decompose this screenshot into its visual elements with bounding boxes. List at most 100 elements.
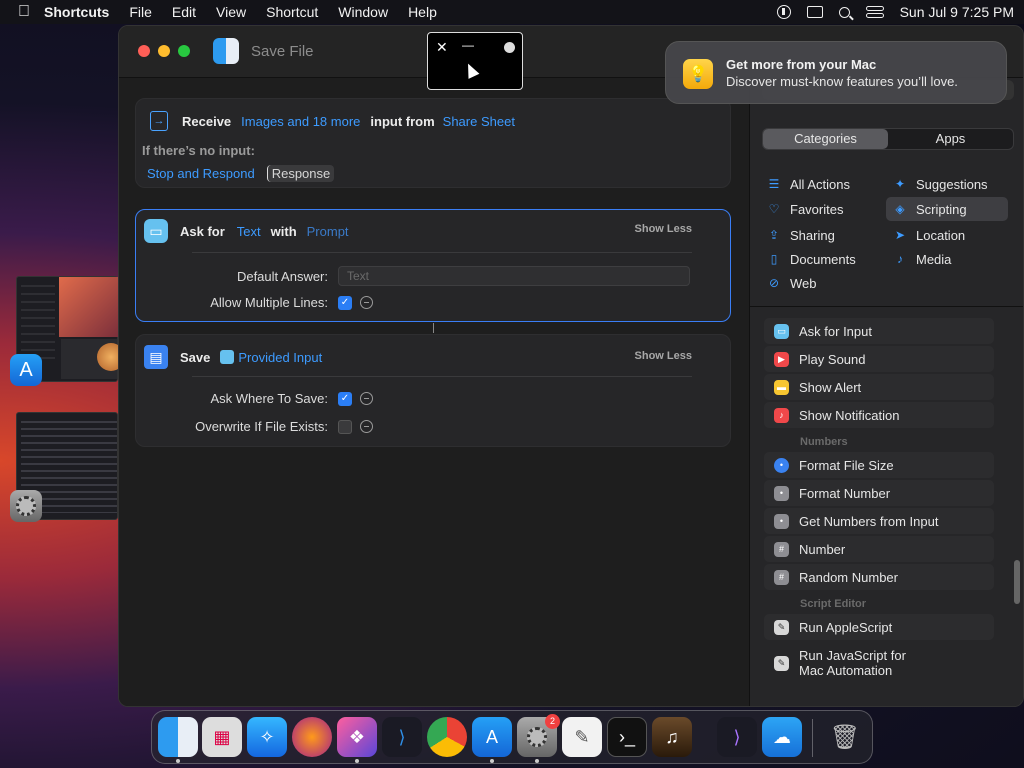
remove-parameter-icon[interactable] bbox=[360, 420, 373, 433]
action-random-number[interactable]: # Random Number bbox=[764, 564, 994, 590]
action-play-sound[interactable]: ▶ Play Sound bbox=[764, 346, 994, 372]
file-size-icon: • bbox=[774, 457, 789, 473]
category-documents[interactable]: ▯ Documents bbox=[760, 247, 882, 271]
script-editor-icon: ✎ bbox=[774, 655, 789, 671]
app-store-dock-icon[interactable]: A bbox=[472, 717, 512, 757]
receive-action-card[interactable]: → Receive Images and 18 more input from … bbox=[135, 98, 731, 188]
save-file-icon: ▤ bbox=[144, 345, 168, 369]
dock-separator bbox=[812, 719, 813, 757]
window-title[interactable]: Save File bbox=[251, 43, 314, 60]
minimize-icon[interactable]: — bbox=[462, 38, 474, 52]
garageband-dock-icon[interactable]: ♫ bbox=[652, 717, 692, 757]
share-icon: ⇪ bbox=[768, 228, 780, 242]
menu-file[interactable]: File bbox=[129, 4, 152, 20]
stop-respond-token[interactable]: Stop and Respond bbox=[147, 166, 255, 181]
input-types-token[interactable]: Images and 18 more bbox=[241, 114, 360, 129]
system-settings-dock-icon[interactable]: 2 bbox=[517, 714, 560, 757]
category-media[interactable]: ♪ Media bbox=[886, 247, 1008, 271]
input-type-token[interactable]: Text bbox=[237, 224, 261, 239]
weather-dock-icon[interactable]: ☁ bbox=[762, 717, 802, 757]
tab-apps[interactable]: Apps bbox=[888, 129, 1013, 149]
play-sound-icon: ▶ bbox=[774, 351, 789, 367]
trash-dock-icon[interactable]: 🗑 bbox=[825, 717, 865, 757]
clock[interactable]: Sun Jul 9 7:25 PM bbox=[900, 4, 1014, 20]
more-icon[interactable] bbox=[504, 42, 515, 53]
menu-window[interactable]: Window bbox=[338, 4, 388, 20]
notification-badge: 2 bbox=[545, 714, 560, 729]
action-show-alert[interactable]: ▬ Show Alert bbox=[764, 374, 994, 400]
receive-input-icon: → bbox=[150, 111, 168, 131]
shortcuts-window: Save File → Receive Images and 18 more i… bbox=[118, 25, 1024, 707]
scripting-icon: ◈ bbox=[895, 202, 905, 216]
show-less-button[interactable]: Show Less bbox=[635, 350, 692, 362]
category-favorites[interactable]: ♡ Favorites bbox=[760, 197, 882, 221]
ask-where-to-save-checkbox[interactable]: ✓ bbox=[338, 391, 352, 406]
library-tabs: Categories Apps bbox=[762, 128, 1014, 150]
category-suggestions[interactable]: ✦ Suggestions bbox=[886, 172, 1008, 196]
menu-shortcut[interactable]: Shortcut bbox=[266, 4, 318, 20]
action-run-applescript[interactable]: ✎ Run AppleScript bbox=[764, 614, 994, 640]
action-run-javascript[interactable]: ✎ Run JavaScript for Mac Automation bbox=[764, 644, 994, 682]
allow-multiple-lines-checkbox[interactable]: ✓ bbox=[338, 295, 352, 310]
remove-parameter-icon[interactable] bbox=[360, 392, 373, 405]
shortcuts-dock-icon[interactable]: ❖ bbox=[337, 717, 377, 757]
apple-menu-icon[interactable]:  bbox=[18, 3, 30, 21]
prompt-token[interactable]: Prompt bbox=[307, 224, 349, 239]
category-scripting[interactable]: ◈ Scripting bbox=[886, 197, 1008, 221]
provided-input-token[interactable]: Provided Input bbox=[220, 350, 322, 365]
default-answer-field[interactable]: Text bbox=[338, 266, 690, 286]
divider bbox=[192, 376, 692, 377]
safari-dock-icon[interactable]: ✧ bbox=[247, 717, 287, 757]
close-window-button[interactable] bbox=[138, 45, 150, 57]
action-format-number[interactable]: • Format Number bbox=[764, 480, 994, 506]
category-all-actions[interactable]: ☰ All Actions bbox=[760, 172, 882, 196]
visual-studio-dock-icon[interactable]: ⟩ bbox=[717, 717, 757, 757]
save-action-card[interactable]: ▤ Save Provided Input Show Less Ask Wher… bbox=[135, 334, 731, 447]
action-show-notification[interactable]: ♪ Show Notification bbox=[764, 402, 994, 428]
menu-app-name[interactable]: Shortcuts bbox=[44, 4, 109, 20]
category-location[interactable]: ➤ Location bbox=[886, 223, 1008, 247]
action-number[interactable]: # Number bbox=[764, 536, 994, 562]
show-less-button[interactable]: Show Less bbox=[635, 223, 692, 235]
shortcut-finder-icon[interactable] bbox=[213, 38, 239, 64]
vscode-dock-icon[interactable]: ⟩ bbox=[382, 717, 422, 757]
textedit-dock-icon[interactable]: ✎ bbox=[562, 717, 602, 757]
accessibility-icon[interactable] bbox=[776, 5, 791, 19]
control-center-icon[interactable] bbox=[865, 6, 884, 18]
close-icon[interactable]: ✕ bbox=[436, 39, 448, 56]
app-store-icon[interactable]: A bbox=[10, 354, 42, 386]
response-field[interactable]: Response bbox=[266, 165, 335, 182]
menu-edit[interactable]: Edit bbox=[172, 4, 196, 20]
remove-parameter-icon[interactable] bbox=[360, 296, 373, 309]
launchpad-dock-icon[interactable]: ▦ bbox=[202, 717, 242, 757]
menu-view[interactable]: View bbox=[216, 4, 246, 20]
number-icon: • bbox=[774, 513, 789, 529]
menu-help[interactable]: Help bbox=[408, 4, 437, 20]
input-source-token[interactable]: Share Sheet bbox=[443, 114, 515, 129]
chrome-dock-icon[interactable] bbox=[427, 717, 467, 757]
tips-notification[interactable]: 💡 Get more from your Mac Discover must-k… bbox=[665, 41, 1007, 104]
ask-for-input-icon: ▭ bbox=[144, 219, 168, 243]
shortcut-editor-canvas: → Receive Images and 18 more input from … bbox=[119, 78, 749, 706]
zoom-window-button[interactable] bbox=[178, 45, 190, 57]
list-icon: ☰ bbox=[768, 177, 780, 191]
spotlight-search-icon[interactable] bbox=[838, 6, 850, 18]
category-sharing[interactable]: ⇪ Sharing bbox=[760, 223, 882, 247]
action-get-numbers-from-input[interactable]: • Get Numbers from Input bbox=[764, 508, 994, 534]
firefox-dock-icon[interactable] bbox=[292, 717, 332, 757]
ask-for-input-action-card[interactable]: ▭ Ask for Text with Prompt Show Less Def… bbox=[135, 209, 731, 322]
alert-icon: ▬ bbox=[774, 379, 789, 395]
category-web[interactable]: ⊘ Web bbox=[760, 271, 882, 295]
finder-dock-icon[interactable] bbox=[158, 717, 198, 757]
action-format-file-size[interactable]: • Format File Size bbox=[764, 452, 994, 478]
overwrite-checkbox[interactable] bbox=[338, 419, 352, 434]
sidebar-scrollbar[interactable] bbox=[1014, 560, 1020, 604]
system-settings-icon[interactable] bbox=[10, 490, 42, 522]
section-header-script-editor: Script Editor bbox=[800, 598, 867, 610]
tab-categories[interactable]: Categories bbox=[763, 129, 888, 149]
notification-title: Get more from your Mac bbox=[726, 57, 877, 72]
minimize-window-button[interactable] bbox=[158, 45, 170, 57]
terminal-dock-icon[interactable]: ›_ bbox=[607, 717, 647, 757]
screen-mirroring-icon[interactable] bbox=[806, 6, 823, 18]
action-ask-for-input[interactable]: ▭ Ask for Input bbox=[764, 318, 994, 344]
